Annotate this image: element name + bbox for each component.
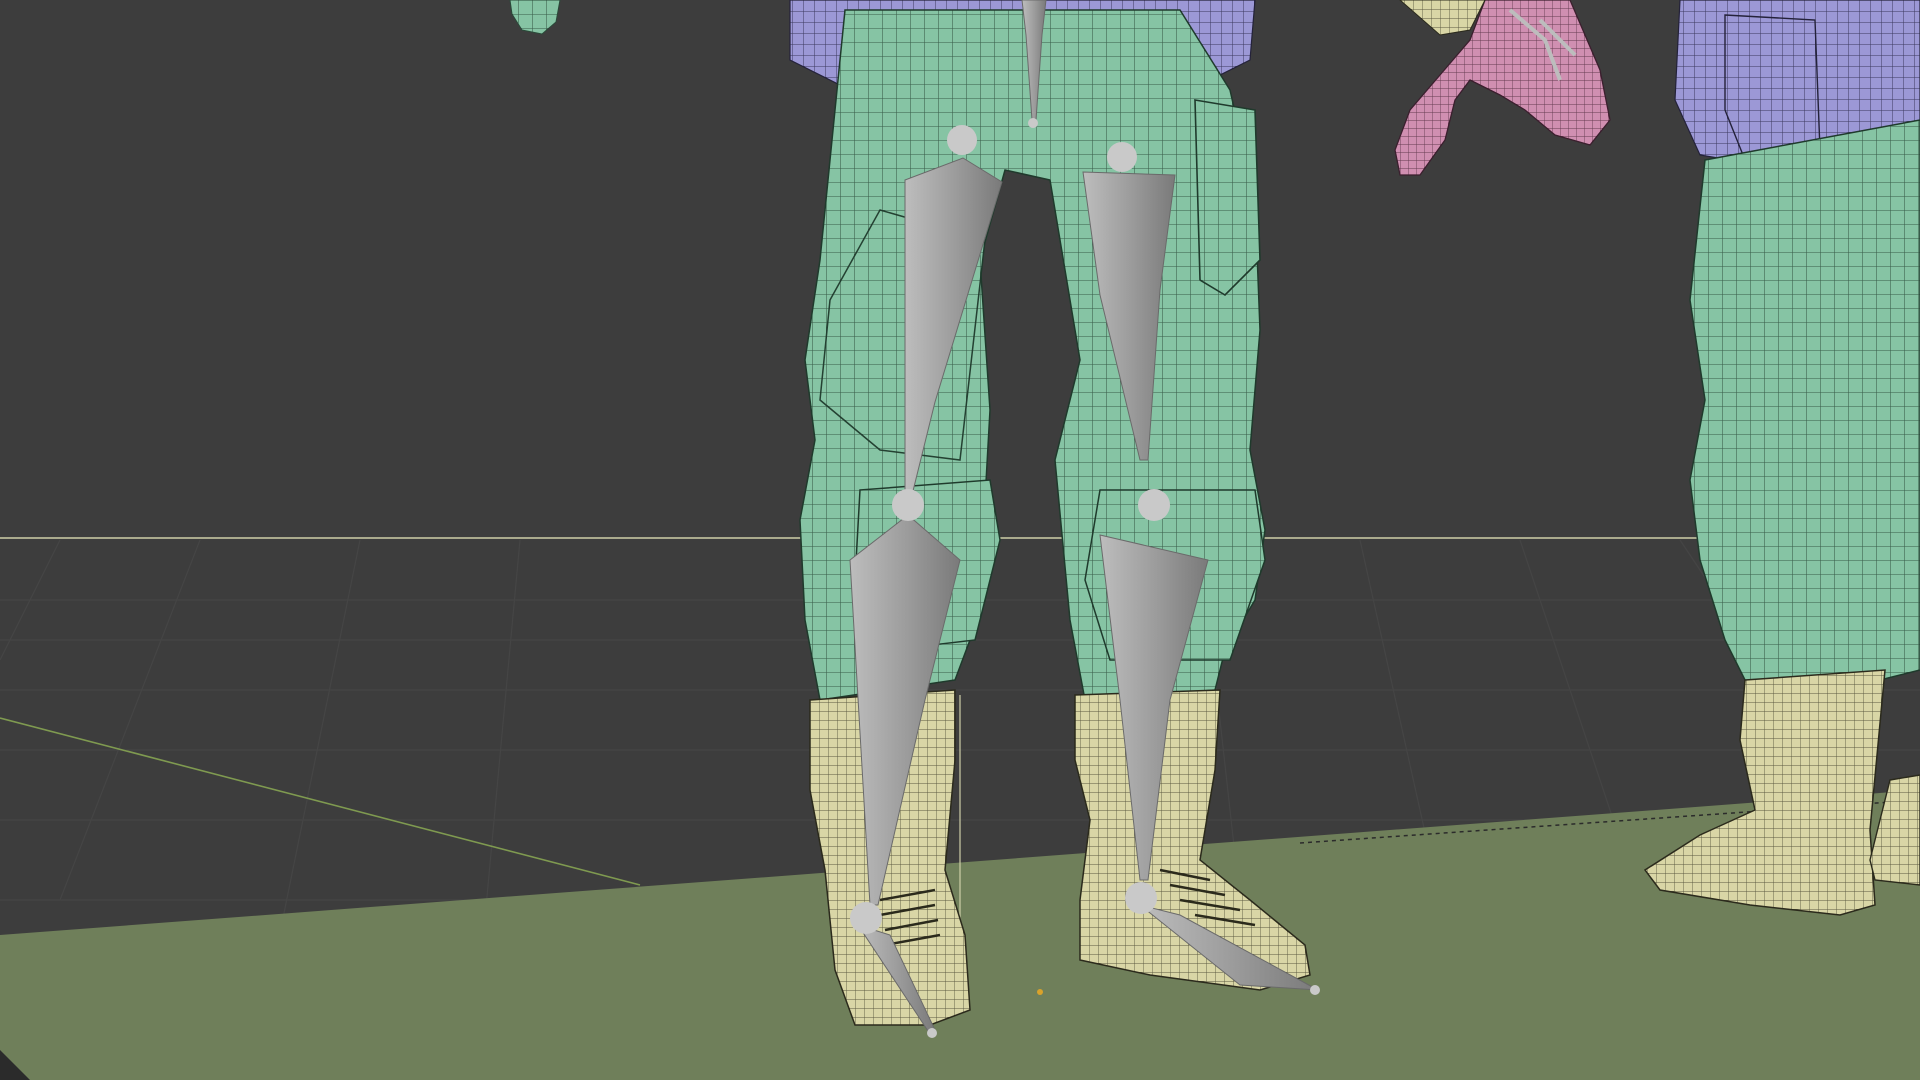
shoulder-mesh: [1399, 0, 1486, 36]
spine-bone-tail-joint[interactable]: [1028, 118, 1038, 128]
viewport-scene[interactable]: [0, 0, 1920, 1080]
object-origin-point[interactable]: [1037, 989, 1043, 995]
left-edge-hand-mesh: [509, 0, 561, 35]
toe-right-joint[interactable]: [1310, 985, 1320, 995]
knee-right-joint[interactable]: [1138, 489, 1170, 521]
ankle-right-joint[interactable]: [1125, 882, 1157, 914]
character-secondary[interactable]: [1643, 0, 1920, 916]
hip-left-joint[interactable]: [947, 125, 977, 155]
3d-viewport[interactable]: [0, 0, 1920, 1080]
glove-mesh[interactable]: [1394, 0, 1611, 176]
floor-axis-line: [0, 717, 641, 886]
boot-secondary-far-mesh: [1869, 774, 1920, 886]
hip-right-joint[interactable]: [1107, 142, 1137, 172]
vest-pouch-mesh: [1724, 14, 1821, 161]
holster-mesh: [1194, 99, 1261, 297]
boot-secondary-mesh[interactable]: [1643, 669, 1886, 916]
ankle-left-joint[interactable]: [850, 902, 882, 934]
pants-secondary-mesh[interactable]: [1689, 119, 1920, 691]
toe-left-joint[interactable]: [927, 1028, 937, 1038]
knee-left-joint[interactable]: [892, 489, 924, 521]
